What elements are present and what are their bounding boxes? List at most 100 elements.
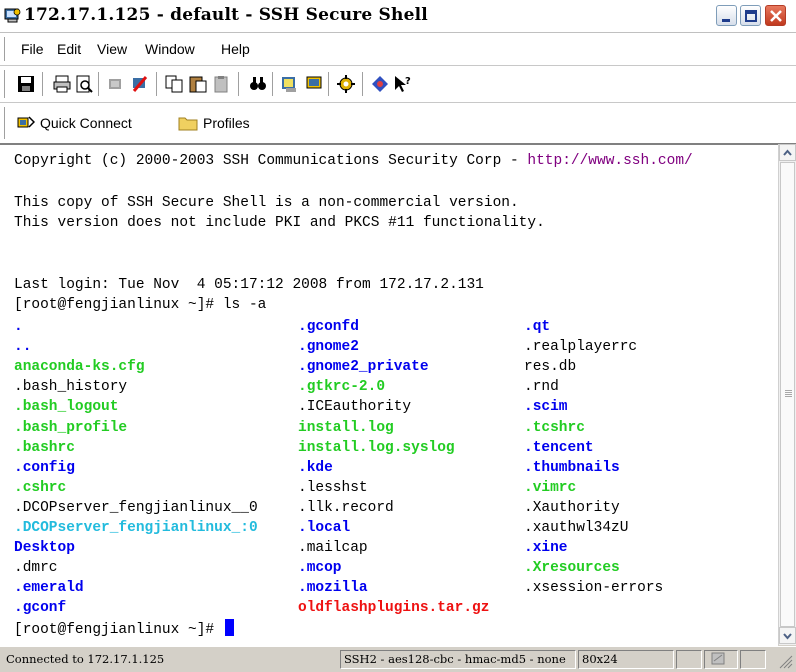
quick-connect-button[interactable]: Quick Connect bbox=[17, 111, 132, 135]
quick-connect-bar: Quick Connect Profiles bbox=[0, 103, 796, 144]
menu-file[interactable]: File bbox=[21, 41, 44, 57]
status-panel-icon bbox=[704, 650, 738, 669]
settings-icon[interactable] bbox=[336, 74, 356, 94]
title-bar[interactable]: 172.17.1.125 - default - SSH Secure Shel… bbox=[0, 0, 796, 33]
file-entry: .emerald bbox=[14, 580, 84, 597]
quickbar-grip[interactable] bbox=[4, 107, 9, 139]
file-entry: .Xauthority bbox=[524, 499, 620, 516]
copy-icon[interactable] bbox=[164, 74, 184, 94]
file-entry: .gconfd bbox=[298, 319, 359, 335]
thumb-grip bbox=[785, 392, 792, 393]
minimize-button[interactable] bbox=[716, 5, 737, 26]
new-terminal-icon[interactable] bbox=[304, 74, 324, 94]
file-entry: .gnome2_private bbox=[298, 359, 429, 376]
transfer-status-icon bbox=[711, 652, 725, 665]
toolbar-separator bbox=[42, 72, 44, 96]
vertical-scrollbar[interactable] bbox=[778, 144, 796, 645]
file-entry: .mozilla bbox=[298, 580, 368, 597]
disconnect-icon[interactable] bbox=[130, 74, 150, 94]
file-entry: .kde bbox=[298, 459, 333, 476]
maximize-icon bbox=[745, 10, 757, 22]
quick-connect-icon bbox=[17, 116, 35, 128]
scroll-down-button[interactable] bbox=[779, 627, 796, 644]
toolbar-separator bbox=[328, 72, 330, 96]
last-login-line: Last login: Tue Nov 4 05:17:12 2008 from… bbox=[14, 277, 484, 293]
copyright-line: Copyright (c) 2000-2003 SSH Communicatio… bbox=[14, 151, 693, 171]
file-entry: .lesshst bbox=[298, 479, 368, 496]
toolbar-separator bbox=[156, 72, 158, 96]
file-entry: .thumbnails bbox=[524, 459, 620, 476]
menu-window[interactable]: Window bbox=[145, 41, 195, 57]
file-entry: oldflashplugins.tar.gz bbox=[298, 600, 490, 617]
file-entry: .rnd bbox=[524, 379, 559, 396]
file-entry: Desktop bbox=[14, 540, 75, 557]
connection-status: Connected to 172.17.1.125 bbox=[6, 652, 165, 666]
connect-icon[interactable] bbox=[106, 74, 126, 94]
status-panel-empty bbox=[740, 650, 766, 669]
file-entry: anaconda-ks.cfg bbox=[14, 359, 145, 376]
file-entry: .mailcap bbox=[298, 540, 368, 557]
print-icon[interactable] bbox=[52, 74, 72, 94]
status-panel-empty bbox=[676, 650, 702, 669]
profiles-button[interactable]: Profiles bbox=[178, 111, 250, 135]
profiles-label: Profiles bbox=[203, 115, 250, 131]
find-icon[interactable] bbox=[248, 74, 268, 94]
chevron-up-icon bbox=[783, 149, 792, 156]
file-entry: install.log.syslog bbox=[298, 439, 455, 456]
file-entry: .realplayerrc bbox=[524, 339, 638, 356]
file-entry: .qt bbox=[524, 319, 551, 335]
file-entry: .xine bbox=[524, 540, 568, 557]
menu-view[interactable]: View bbox=[97, 41, 127, 57]
menu-edit[interactable]: Edit bbox=[57, 41, 81, 57]
status-bar: Connected to 172.17.1.125 SSH2 - aes128-… bbox=[0, 646, 796, 672]
file-transfer-icon[interactable] bbox=[280, 74, 300, 94]
save-icon[interactable] bbox=[16, 74, 36, 94]
folder-icon bbox=[178, 117, 198, 131]
scroll-up-button[interactable] bbox=[779, 144, 796, 161]
file-entry: .DCOPserver_fengjianlinux_:0 bbox=[14, 520, 258, 536]
file-entry: install.log bbox=[298, 419, 394, 436]
menu-bar: File Edit View Window Help bbox=[0, 33, 796, 66]
file-entry: .xsession-errors bbox=[524, 580, 664, 597]
file-entry: .scim bbox=[524, 399, 568, 416]
cipher-status: SSH2 - aes128-cbc - hmac-md5 - none bbox=[340, 650, 576, 669]
close-icon bbox=[770, 10, 782, 22]
close-button[interactable] bbox=[765, 5, 786, 26]
ssh-website-link[interactable]: http://www.ssh.com/ bbox=[527, 153, 692, 169]
print-preview-icon[interactable] bbox=[74, 74, 94, 94]
file-entry: . bbox=[14, 319, 23, 335]
toolbar-grip[interactable] bbox=[4, 70, 9, 98]
terminal-screen[interactable]: Copyright (c) 2000-2003 SSH Communicatio… bbox=[0, 144, 778, 646]
file-entry: res.db bbox=[524, 359, 577, 376]
window-title: 172.17.1.125 - default - SSH Secure Shel… bbox=[24, 5, 428, 25]
help-icon[interactable] bbox=[370, 74, 390, 94]
chevron-down-icon bbox=[783, 633, 792, 640]
shell-prompt: [root@fengjianlinux ~]# bbox=[14, 622, 223, 638]
file-entry: .ICEauthority bbox=[298, 399, 412, 416]
svg-text:?: ? bbox=[405, 76, 411, 87]
file-entry: .config bbox=[14, 459, 75, 476]
maximize-button[interactable] bbox=[740, 5, 761, 26]
terminal-size-status: 80x24 bbox=[578, 650, 674, 669]
scroll-thumb[interactable] bbox=[780, 162, 795, 627]
file-entry: .. bbox=[14, 339, 32, 356]
menubar-grip[interactable] bbox=[4, 37, 9, 61]
toolbar: ? bbox=[0, 66, 796, 103]
file-entry: .gtkrc-2.0 bbox=[298, 379, 386, 396]
file-entry: .bash_profile bbox=[14, 419, 128, 436]
paste-icon[interactable] bbox=[188, 74, 208, 94]
command-line: [root@fengjianlinux ~]# ls -a bbox=[14, 297, 267, 313]
whats-this-icon[interactable]: ? bbox=[392, 74, 412, 94]
menu-help[interactable]: Help bbox=[221, 41, 250, 57]
file-entry: .vimrc bbox=[524, 479, 577, 496]
file-entry: .gnome2 bbox=[298, 339, 359, 356]
thumb-grip bbox=[785, 396, 792, 397]
file-entry: .xauthwl34zU bbox=[524, 520, 629, 536]
notice-line-1: This copy of SSH Secure Shell is a non-c… bbox=[14, 195, 519, 211]
paste-disabled-icon[interactable] bbox=[212, 74, 232, 94]
toolbar-separator bbox=[272, 72, 274, 96]
file-entry: .mcop bbox=[298, 560, 342, 577]
copyright-text: Copyright (c) 2000-2003 SSH Communicatio… bbox=[14, 153, 528, 169]
resize-grip-icon[interactable] bbox=[778, 654, 794, 670]
toolbar-separator bbox=[238, 72, 240, 96]
